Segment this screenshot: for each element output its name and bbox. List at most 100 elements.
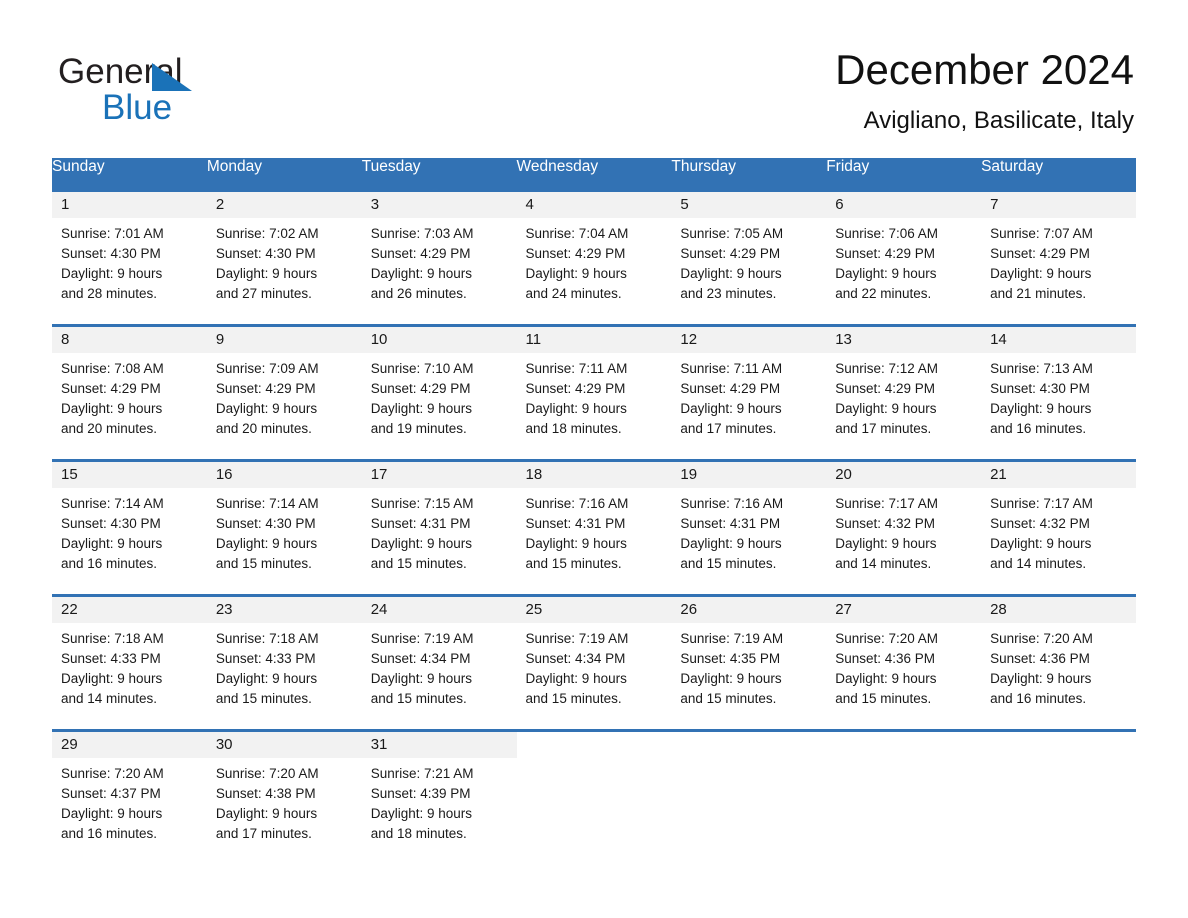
sunset-text: Sunset: 4:29 PM — [835, 245, 936, 261]
day-cell[interactable]: 5 Sunrise: 7:05 AM Sunset: 4:29 PM Dayli… — [671, 188, 827, 325]
daylight-text-line2: and 15 minutes. — [370, 690, 467, 706]
day-info: Sunrise: 7:04 AM Sunset: 4:29 PM Dayligh… — [517, 218, 672, 304]
day-number: 17 — [361, 461, 517, 488]
weekday-header-thursday: Thursday — [671, 158, 827, 190]
day-info: Sunrise: 7:20 AM Sunset: 4:37 PM Dayligh… — [52, 758, 207, 844]
sunset-text: Sunset: 4:31 PM — [370, 515, 471, 531]
day-cell[interactable]: 11 Sunrise: 7:11 AM Sunset: 4:29 PM Dayl… — [516, 323, 672, 460]
sunset-text: Sunset: 4:36 PM — [990, 650, 1090, 666]
sunset-text: Sunset: 4:30 PM — [215, 515, 316, 531]
day-number: 20 — [826, 461, 982, 488]
day-cell[interactable]: 8 Sunrise: 7:08 AM Sunset: 4:29 PM Dayli… — [52, 323, 207, 460]
logo-line-general: General — [58, 52, 358, 92]
day-cell[interactable]: 24 Sunrise: 7:19 AM Sunset: 4:34 PM Dayl… — [361, 593, 517, 730]
day-number: 21 — [981, 461, 1136, 488]
daylight-text-line1: Daylight: 9 hours — [680, 400, 782, 416]
day-cell[interactable]: 27 Sunrise: 7:20 AM Sunset: 4:36 PM Dayl… — [826, 593, 982, 730]
day-cell[interactable]: 28 Sunrise: 7:20 AM Sunset: 4:36 PM Dayl… — [981, 593, 1136, 730]
sunset-text: Sunset: 4:29 PM — [680, 245, 781, 261]
day-cell[interactable]: 26 Sunrise: 7:19 AM Sunset: 4:35 PM Dayl… — [671, 593, 827, 730]
daylight-text-line1: Daylight: 9 hours — [215, 670, 318, 686]
day-info: Sunrise: 7:20 AM Sunset: 4:36 PM Dayligh… — [826, 623, 981, 709]
sunrise-text: Sunrise: 7:04 AM — [525, 225, 629, 241]
day-cell[interactable]: 16 Sunrise: 7:14 AM Sunset: 4:30 PM Dayl… — [206, 458, 362, 595]
day-cell[interactable]: 6 Sunrise: 7:06 AM Sunset: 4:29 PM Dayli… — [826, 188, 982, 325]
daylight-text-line2: and 14 minutes. — [990, 555, 1087, 571]
day-cell[interactable]: 9 Sunrise: 7:09 AM Sunset: 4:29 PM Dayli… — [206, 323, 362, 460]
day-cell-empty — [516, 728, 672, 865]
sunrise-text: Sunrise: 7:17 AM — [835, 495, 939, 511]
daylight-text-line1: Daylight: 9 hours — [370, 805, 472, 821]
weekday-header-monday: Monday — [206, 158, 362, 190]
daylight-text-line1: Daylight: 9 hours — [990, 670, 1092, 686]
day-info: Sunrise: 7:10 AM Sunset: 4:29 PM Dayligh… — [362, 353, 517, 439]
sunrise-text: Sunrise: 7:08 AM — [61, 360, 164, 376]
day-cell[interactable]: 20 Sunrise: 7:17 AM Sunset: 4:32 PM Dayl… — [826, 458, 982, 595]
day-info: Sunrise: 7:15 AM Sunset: 4:31 PM Dayligh… — [362, 488, 517, 574]
page-title: December 2024 — [835, 46, 1134, 93]
daylight-text-line2: and 16 minutes. — [990, 690, 1087, 706]
daylight-text-line2: and 14 minutes. — [61, 690, 158, 706]
day-number: 29 — [52, 731, 207, 758]
day-number: 15 — [52, 461, 207, 488]
daylight-text-line1: Daylight: 9 hours — [525, 265, 627, 281]
sunset-text: Sunset: 4:29 PM — [525, 380, 626, 396]
daylight-text-line1: Daylight: 9 hours — [525, 670, 627, 686]
sunrise-text: Sunrise: 7:01 AM — [61, 225, 164, 241]
day-cell[interactable]: 2 Sunrise: 7:02 AM Sunset: 4:30 PM Dayli… — [206, 188, 362, 325]
daylight-text-line2: and 27 minutes. — [215, 285, 312, 301]
day-cell[interactable]: 1 Sunrise: 7:01 AM Sunset: 4:30 PM Dayli… — [52, 188, 207, 325]
sunrise-text: Sunrise: 7:09 AM — [215, 360, 319, 376]
day-cell[interactable]: 25 Sunrise: 7:19 AM Sunset: 4:34 PM Dayl… — [516, 593, 672, 730]
day-cell[interactable]: 23 Sunrise: 7:18 AM Sunset: 4:33 PM Dayl… — [206, 593, 362, 730]
day-cell[interactable]: 15 Sunrise: 7:14 AM Sunset: 4:30 PM Dayl… — [52, 458, 207, 595]
day-number: 18 — [516, 461, 672, 488]
daylight-text-line2: and 16 minutes. — [61, 825, 158, 841]
day-info: Sunrise: 7:19 AM Sunset: 4:34 PM Dayligh… — [517, 623, 672, 709]
day-number: 9 — [206, 326, 362, 353]
day-cell[interactable]: 29 Sunrise: 7:20 AM Sunset: 4:37 PM Dayl… — [52, 728, 207, 865]
sunrise-text: Sunrise: 7:17 AM — [990, 495, 1093, 511]
day-info: Sunrise: 7:17 AM Sunset: 4:32 PM Dayligh… — [826, 488, 981, 574]
day-cell[interactable]: 12 Sunrise: 7:11 AM Sunset: 4:29 PM Dayl… — [671, 323, 827, 460]
sunrise-text: Sunrise: 7:11 AM — [525, 360, 628, 376]
day-number: 3 — [361, 191, 517, 218]
day-cell[interactable]: 21 Sunrise: 7:17 AM Sunset: 4:32 PM Dayl… — [981, 458, 1136, 595]
day-cell[interactable]: 17 Sunrise: 7:15 AM Sunset: 4:31 PM Dayl… — [361, 458, 517, 595]
day-cell[interactable]: 10 Sunrise: 7:10 AM Sunset: 4:29 PM Dayl… — [361, 323, 517, 460]
day-cell[interactable]: 31 Sunrise: 7:21 AM Sunset: 4:39 PM Dayl… — [361, 728, 517, 865]
day-number: 4 — [516, 191, 672, 218]
day-info: Sunrise: 7:11 AM Sunset: 4:29 PM Dayligh… — [671, 353, 826, 439]
sunrise-text: Sunrise: 7:05 AM — [680, 225, 784, 241]
daylight-text-line1: Daylight: 9 hours — [215, 535, 318, 551]
day-info: Sunrise: 7:20 AM Sunset: 4:38 PM Dayligh… — [207, 758, 362, 844]
day-cell[interactable]: 14 Sunrise: 7:13 AM Sunset: 4:30 PM Dayl… — [981, 323, 1136, 460]
day-cell[interactable]: 7 Sunrise: 7:07 AM Sunset: 4:29 PM Dayli… — [981, 188, 1136, 325]
day-info: Sunrise: 7:01 AM Sunset: 4:30 PM Dayligh… — [52, 218, 207, 304]
day-info: Sunrise: 7:18 AM Sunset: 4:33 PM Dayligh… — [52, 623, 207, 709]
sunset-text: Sunset: 4:29 PM — [370, 380, 471, 396]
day-number: 26 — [671, 596, 827, 623]
day-cell[interactable]: 22 Sunrise: 7:18 AM Sunset: 4:33 PM Dayl… — [52, 593, 207, 730]
day-number: 14 — [981, 326, 1136, 353]
sunset-text: Sunset: 4:29 PM — [680, 380, 781, 396]
day-number: 13 — [826, 326, 982, 353]
day-info: Sunrise: 7:16 AM Sunset: 4:31 PM Dayligh… — [517, 488, 672, 574]
day-info: Sunrise: 7:09 AM Sunset: 4:29 PM Dayligh… — [207, 353, 362, 439]
calendar-week-row: 15 Sunrise: 7:14 AM Sunset: 4:30 PM Dayl… — [52, 458, 1136, 595]
day-cell[interactable]: 30 Sunrise: 7:20 AM Sunset: 4:38 PM Dayl… — [206, 728, 362, 865]
daylight-text-line1: Daylight: 9 hours — [990, 535, 1092, 551]
daylight-text-line1: Daylight: 9 hours — [525, 400, 627, 416]
day-cell[interactable]: 18 Sunrise: 7:16 AM Sunset: 4:31 PM Dayl… — [516, 458, 672, 595]
day-cell[interactable]: 19 Sunrise: 7:16 AM Sunset: 4:31 PM Dayl… — [671, 458, 827, 595]
daylight-text-line2: and 26 minutes. — [370, 285, 467, 301]
day-cell[interactable]: 4 Sunrise: 7:04 AM Sunset: 4:29 PM Dayli… — [516, 188, 672, 325]
sunset-text: Sunset: 4:29 PM — [990, 245, 1090, 261]
day-number: 30 — [206, 731, 362, 758]
daylight-text-line1: Daylight: 9 hours — [215, 265, 318, 281]
general-blue-logo[interactable]: General Blue — [58, 52, 358, 132]
day-cell[interactable]: 3 Sunrise: 7:03 AM Sunset: 4:29 PM Dayli… — [361, 188, 517, 325]
day-info: Sunrise: 7:19 AM Sunset: 4:35 PM Dayligh… — [671, 623, 826, 709]
day-cell[interactable]: 13 Sunrise: 7:12 AM Sunset: 4:29 PM Dayl… — [826, 323, 982, 460]
logo-triangle-icon — [152, 63, 192, 91]
